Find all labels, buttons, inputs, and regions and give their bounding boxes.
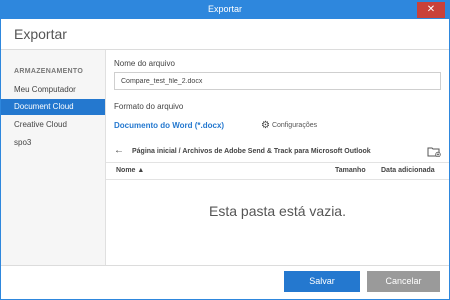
- column-header-size[interactable]: Tamanho: [335, 167, 366, 174]
- folder-navigation: ← Página inicial / Archivos de Adobe Sen…: [106, 145, 449, 161]
- window-title: Exportar: [207, 4, 242, 14]
- file-table-header: Nome ▲ Tamanho Data adicionada: [106, 162, 449, 180]
- column-header-name[interactable]: Nome ▲: [116, 167, 144, 174]
- settings-button[interactable]: ⚙ Configurações: [261, 120, 317, 131]
- main-panel: Nome do arquivo Formato do arquivo Docum…: [106, 50, 449, 265]
- new-folder-icon[interactable]: [427, 146, 441, 157]
- sidebar-item-spo3[interactable]: spo3: [1, 135, 105, 151]
- settings-label: Configurações: [271, 122, 318, 129]
- sidebar-section-label: ARMAZENAMENTO: [14, 68, 84, 75]
- page-title: Exportar: [14, 26, 67, 42]
- format-selector[interactable]: Documento do Word (*.docx): [114, 121, 224, 130]
- cancel-button[interactable]: Cancelar: [367, 271, 440, 292]
- close-button[interactable]: ✕: [417, 2, 445, 18]
- sidebar-item-document-cloud[interactable]: Document Cloud: [1, 99, 105, 115]
- sidebar: ARMAZENAMENTO Meu Computador Document Cl…: [1, 50, 106, 265]
- gear-icon: ⚙: [261, 120, 270, 131]
- export-dialog: Exportar ✕ Exportar ARMAZENAMENTO Meu Co…: [0, 0, 450, 300]
- empty-folder-message: Esta pasta está vazia.: [209, 203, 346, 219]
- sidebar-item-creative-cloud[interactable]: Creative Cloud: [1, 117, 105, 133]
- format-label: Formato do arquivo: [114, 102, 184, 111]
- filename-input[interactable]: [114, 72, 441, 90]
- dialog-footer: Salvar Cancelar: [1, 265, 449, 299]
- title-bar: Exportar ✕: [1, 1, 449, 19]
- breadcrumb: Página inicial / Archivos de Adobe Send …: [132, 148, 371, 155]
- save-button[interactable]: Salvar: [284, 271, 360, 292]
- sidebar-item-meu-computador[interactable]: Meu Computador: [1, 82, 105, 98]
- dialog-header: Exportar: [1, 19, 449, 50]
- arrow-left-icon[interactable]: ←: [114, 145, 124, 156]
- column-header-date[interactable]: Data adicionada: [381, 167, 435, 174]
- filename-label: Nome do arquivo: [114, 59, 175, 68]
